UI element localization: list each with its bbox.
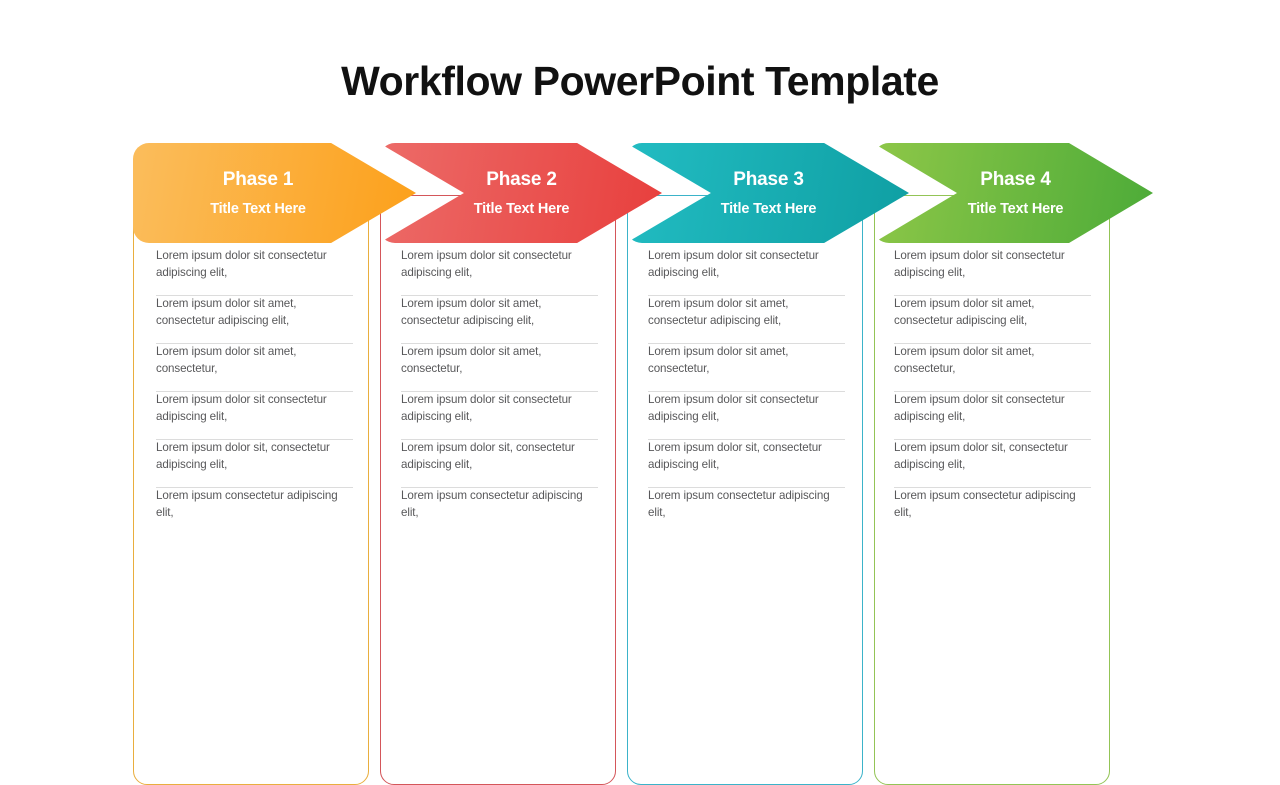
list-item[interactable]: Lorem ipsum dolor sit consectetur adipis… [156, 248, 353, 296]
list-item[interactable]: Lorem ipsum dolor sit consectetur adipis… [648, 248, 845, 296]
list-item-text: Lorem ipsum consectetur adipiscing elit, [894, 489, 1076, 519]
list-item-text: Lorem ipsum consectetur adipiscing elit, [156, 489, 338, 519]
phase-item-list-4: Lorem ipsum dolor sit consectetur adipis… [894, 248, 1091, 535]
list-item[interactable]: Lorem ipsum dolor sit consectetur adipis… [894, 392, 1091, 440]
list-item[interactable]: Lorem ipsum dolor sit amet, consectetur, [648, 344, 845, 392]
list-item-text: Lorem ipsum dolor sit consectetur adipis… [894, 393, 1065, 423]
phase-item-list-2: Lorem ipsum dolor sit consectetur adipis… [401, 248, 598, 535]
list-item-text: Lorem ipsum dolor sit, consectetur adipi… [156, 441, 330, 471]
list-item[interactable]: Lorem ipsum consectetur adipiscing elit, [401, 488, 598, 535]
list-item[interactable]: Lorem ipsum consectetur adipiscing elit, [648, 488, 845, 535]
list-item-text: Lorem ipsum dolor sit amet, consectetur, [156, 345, 297, 375]
chevron-shape-2 [379, 143, 662, 243]
list-item[interactable]: Lorem ipsum dolor sit consectetur adipis… [156, 392, 353, 440]
list-item[interactable]: Lorem ipsum dolor sit amet, consectetur, [156, 344, 353, 392]
phase-item-list-1: Lorem ipsum dolor sit consectetur adipis… [156, 248, 353, 535]
list-item[interactable]: Lorem ipsum dolor sit consectetur adipis… [401, 392, 598, 440]
list-item[interactable]: Lorem ipsum dolor sit consectetur adipis… [401, 248, 598, 296]
list-item-text: Lorem ipsum dolor sit amet, consectetur … [894, 297, 1035, 327]
workflow-diagram: Phase 1 Title Text Here Phase 2 Title Te… [0, 143, 1280, 785]
list-item-text: Lorem ipsum dolor sit consectetur adipis… [401, 393, 572, 423]
list-item[interactable]: Lorem ipsum dolor sit consectetur adipis… [648, 392, 845, 440]
chevron-shape-3 [626, 143, 909, 243]
phase-header-1[interactable]: Phase 1 Title Text Here [133, 143, 416, 243]
list-item[interactable]: Lorem ipsum dolor sit, consectetur adipi… [156, 440, 353, 488]
list-item-text: Lorem ipsum consectetur adipiscing elit, [401, 489, 583, 519]
list-item-text: Lorem ipsum consectetur adipiscing elit, [648, 489, 830, 519]
list-item[interactable]: Lorem ipsum dolor sit amet, consectetur, [401, 344, 598, 392]
list-item[interactable]: Lorem ipsum dolor sit, consectetur adipi… [648, 440, 845, 488]
list-item[interactable]: Lorem ipsum consectetur adipiscing elit, [156, 488, 353, 535]
list-item[interactable]: Lorem ipsum dolor sit amet, consectetur … [401, 296, 598, 344]
chevron-shape-1 [133, 143, 416, 243]
list-item-text: Lorem ipsum dolor sit consectetur adipis… [401, 249, 572, 279]
list-item-text: Lorem ipsum dolor sit consectetur adipis… [156, 393, 327, 423]
list-item-text: Lorem ipsum dolor sit amet, consectetur, [648, 345, 789, 375]
list-item-text: Lorem ipsum dolor sit amet, consectetur, [401, 345, 542, 375]
list-item[interactable]: Lorem ipsum dolor sit consectetur adipis… [894, 248, 1091, 296]
page-title: Workflow PowerPoint Template [341, 58, 939, 104]
list-item[interactable]: Lorem ipsum dolor sit amet, consectetur … [648, 296, 845, 344]
list-item-text: Lorem ipsum dolor sit, consectetur adipi… [401, 441, 575, 471]
phase-header-4[interactable]: Phase 4 Title Text Here [873, 143, 1153, 243]
list-item[interactable]: Lorem ipsum dolor sit, consectetur adipi… [401, 440, 598, 488]
list-item-text: Lorem ipsum dolor sit consectetur adipis… [156, 249, 327, 279]
list-item[interactable]: Lorem ipsum dolor sit amet, consectetur … [894, 296, 1091, 344]
list-item-text: Lorem ipsum dolor sit, consectetur adipi… [894, 441, 1068, 471]
list-item-text: Lorem ipsum dolor sit, consectetur adipi… [648, 441, 822, 471]
list-item[interactable]: Lorem ipsum dolor sit, consectetur adipi… [894, 440, 1091, 488]
list-item[interactable]: Lorem ipsum dolor sit amet, consectetur … [156, 296, 353, 344]
phase-header-2[interactable]: Phase 2 Title Text Here [379, 143, 662, 243]
list-item-text: Lorem ipsum dolor sit consectetur adipis… [648, 393, 819, 423]
phase-item-list-3: Lorem ipsum dolor sit consectetur adipis… [648, 248, 845, 535]
list-item-text: Lorem ipsum dolor sit amet, consectetur, [894, 345, 1035, 375]
list-item-text: Lorem ipsum dolor sit amet, consectetur … [156, 297, 297, 327]
list-item-text: Lorem ipsum dolor sit amet, consectetur … [648, 297, 789, 327]
list-item-text: Lorem ipsum dolor sit consectetur adipis… [894, 249, 1065, 279]
phase-header-3[interactable]: Phase 3 Title Text Here [626, 143, 909, 243]
chevron-shape-4 [873, 143, 1153, 243]
list-item-text: Lorem ipsum dolor sit amet, consectetur … [401, 297, 542, 327]
list-item[interactable]: Lorem ipsum dolor sit amet, consectetur, [894, 344, 1091, 392]
list-item[interactable]: Lorem ipsum consectetur adipiscing elit, [894, 488, 1091, 535]
list-item-text: Lorem ipsum dolor sit consectetur adipis… [648, 249, 819, 279]
